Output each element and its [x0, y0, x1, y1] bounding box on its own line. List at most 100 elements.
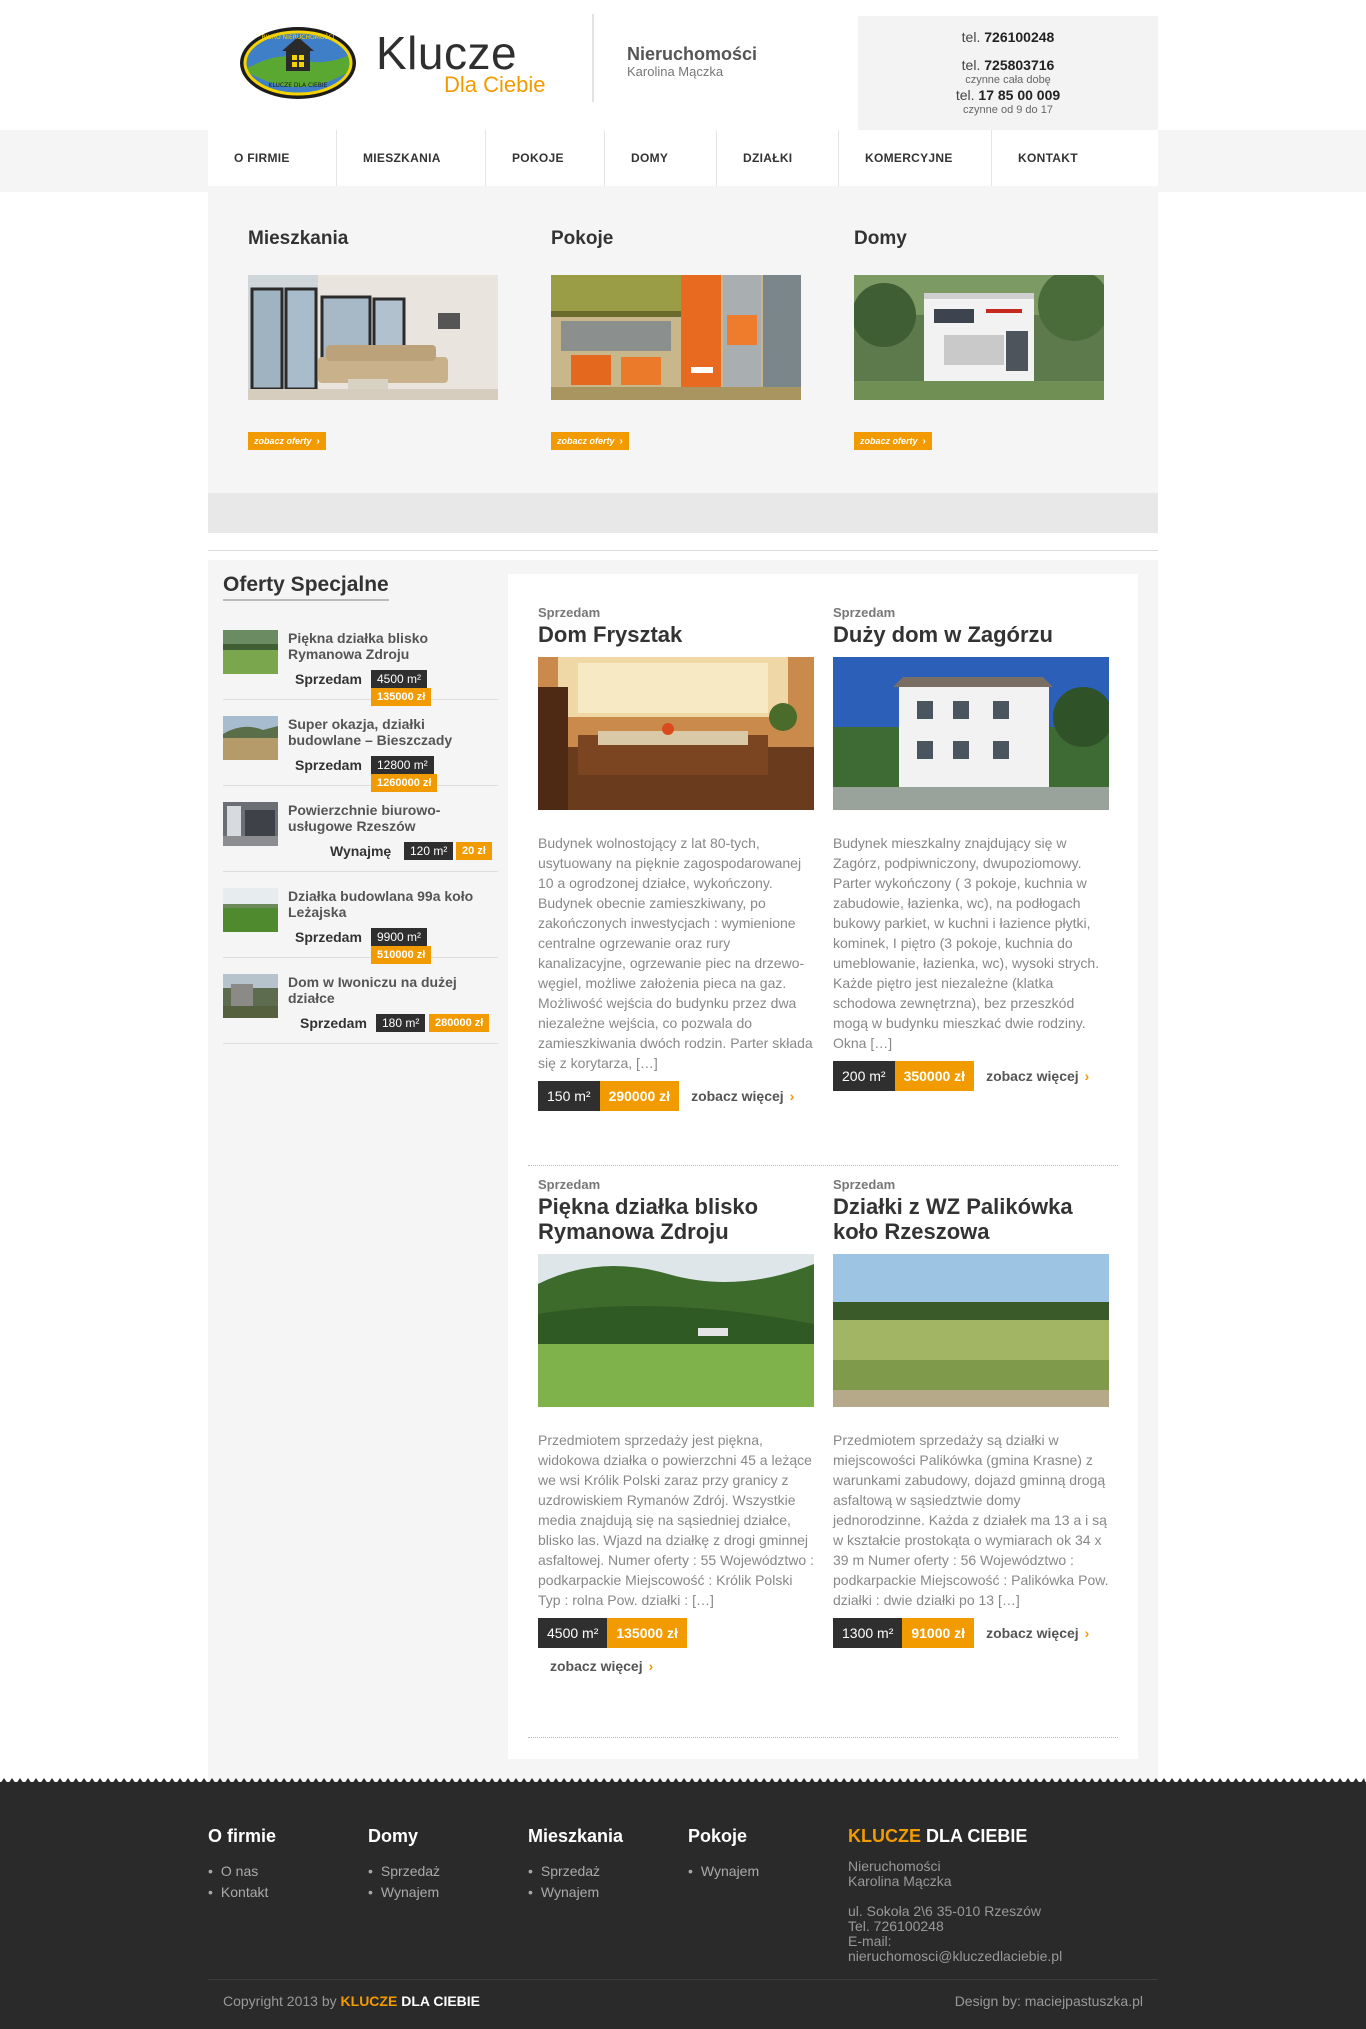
- listing-title[interactable]: Piękna działka blisko Rymanowa Zdroju: [538, 1194, 814, 1244]
- nav-item-pokoje[interactable]: POKOJE: [486, 130, 605, 186]
- offer-price: 20 zł: [456, 842, 492, 860]
- nav-item-domy[interactable]: DOMY: [605, 130, 717, 186]
- listing-separator: [528, 1737, 1118, 1738]
- chevron-right-icon: ›: [648, 1658, 654, 1674]
- listing-label: Sprzedam: [833, 605, 896, 620]
- nav-item-mieszkania[interactable]: MIESZKANIA: [337, 130, 486, 186]
- offer-title[interactable]: Powierzchnie biurowo-usługowe Rzeszów: [288, 802, 498, 834]
- featured-title[interactable]: Domy: [854, 228, 1106, 250]
- footer-link[interactable]: Wynajem: [528, 1882, 623, 1903]
- offer-title[interactable]: Piękna działka blisko Rymanowa Zdroju: [288, 630, 498, 662]
- offer-thumbnail[interactable]: [223, 974, 278, 1018]
- offer-action: Sprzedam: [300, 1015, 367, 1031]
- offer-thumbnail[interactable]: [223, 888, 278, 932]
- zobacz-wiecej-link[interactable]: zobacz więcej ›: [691, 1088, 794, 1104]
- listing-separator: [528, 1165, 1118, 1166]
- listing-card: Sprzedam Piękna działka blisko Rymanowa …: [538, 1177, 814, 1674]
- modern-house-photo[interactable]: [852, 269, 1110, 400]
- footer-address: ul. Sokoła 2\6 35-010 Rzeszów: [848, 1903, 1041, 1919]
- listing-title[interactable]: Duży dom w Zagórzu: [833, 622, 1109, 647]
- offer-action: Sprzedam: [295, 757, 362, 773]
- kids-room-photo[interactable]: [551, 275, 801, 400]
- featured-pokoje: Pokoje zobacz oferty ›: [551, 228, 803, 450]
- nav-item-kontakt[interactable]: KONTAKT: [992, 130, 1158, 186]
- footer-link[interactable]: Kontakt: [208, 1882, 276, 1903]
- listing-area: 150 m²: [538, 1081, 600, 1111]
- offer-area: 9900 m²: [371, 928, 428, 946]
- footer-link[interactable]: O nas: [208, 1861, 276, 1882]
- listing-description: Budynek mieszkalny znajdujący się w Zagó…: [833, 835, 1100, 1051]
- header-company: Nieruchomości: [627, 44, 758, 64]
- special-offer-item[interactable]: Piękna działka blisko Rymanowa Zdroju Sp…: [223, 630, 498, 706]
- listing-photo[interactable]: [538, 1254, 814, 1407]
- featured-title[interactable]: Pokoje: [551, 228, 803, 250]
- site-footer: [0, 1782, 1366, 2029]
- listing-title[interactable]: Dom Frysztak: [538, 622, 814, 647]
- listing-price: 91000 zł: [902, 1618, 975, 1648]
- site-header: BIURO NIERUCHOMOŚCI KLUCZE DLA CIEBIE Kl…: [0, 0, 1366, 130]
- listing-meta: 1300 m² 91000 zł zobacz więcej ›: [833, 1618, 1109, 1648]
- offer-thumbnail[interactable]: [223, 630, 278, 674]
- offer-title[interactable]: Dom w Iwoniczu na dużej działce: [288, 974, 498, 1006]
- contact-box: tel. 726100248 tel. 725803716 czynne cał…: [858, 16, 1158, 130]
- offer-price: 510000 zł: [371, 946, 432, 964]
- zobacz-oferty-button[interactable]: zobacz oferty ›: [854, 432, 932, 450]
- footer-link[interactable]: Sprzedaż: [368, 1861, 440, 1882]
- zobacz-wiecej-link[interactable]: zobacz więcej ›: [986, 1068, 1089, 1084]
- listing-photo[interactable]: [833, 1254, 1109, 1407]
- listing-photo[interactable]: [833, 657, 1113, 810]
- offer-area: 4500 m²: [371, 670, 428, 688]
- zobacz-wiecej-link[interactable]: zobacz więcej ›: [986, 1625, 1089, 1641]
- listing-area: 200 m²: [833, 1061, 895, 1091]
- special-offer-item[interactable]: Powierzchnie biurowo-usługowe Rzeszów Wy…: [223, 802, 498, 872]
- nav-item-komercyjne[interactable]: KOMERCYJNE: [839, 130, 992, 186]
- listing-photo[interactable]: [538, 657, 814, 810]
- brand-subtitle[interactable]: Dla Ciebie: [444, 72, 546, 98]
- featured-domy: Domy zobacz oferty ›: [852, 228, 1110, 450]
- listing-title[interactable]: Działki z WZ Palikówka koło Rzeszowa: [833, 1194, 1109, 1244]
- listing-meta: 150 m² 290000 zł zobacz więcej ›: [538, 1081, 814, 1111]
- footer-link[interactable]: Wynajem: [368, 1882, 440, 1903]
- footer-link[interactable]: Sprzedaż: [528, 1861, 623, 1882]
- offer-action: Sprzedam: [295, 671, 362, 687]
- offer-thumbnail[interactable]: [223, 802, 278, 846]
- nav-item-o-firmie[interactable]: O FIRMIE: [208, 130, 337, 186]
- zobacz-wiecej-link[interactable]: zobacz więcej ›: [550, 1658, 690, 1674]
- offer-title[interactable]: Super okazja, działki budowlane – Bieszc…: [288, 716, 498, 748]
- footer-email[interactable]: nieruchomosci@kluczedlaciebie.pl: [848, 1949, 1062, 1964]
- offer-area: 120 m²: [404, 842, 454, 860]
- phone-3: tel. 17 85 00 009: [955, 87, 1061, 103]
- featured-title[interactable]: Mieszkania: [248, 228, 500, 250]
- logo-icon[interactable]: BIURO NIERUCHOMOŚCI KLUCZE DLA CIEBIE: [238, 25, 358, 101]
- listing-area: 1300 m²: [833, 1618, 903, 1648]
- special-offer-item[interactable]: Dom w Iwoniczu na dużej działce Sprzedam…: [223, 974, 498, 1044]
- living-room-photo[interactable]: [248, 275, 498, 400]
- footer-person: Karolina Mączka: [848, 1873, 952, 1889]
- offer-thumbnail[interactable]: [223, 716, 278, 760]
- zobacz-oferty-button[interactable]: zobacz oferty ›: [248, 432, 326, 450]
- logo-text-bottom: KLUCZE DLA CIEBIE: [269, 82, 328, 89]
- offer-area: 12800 m²: [371, 756, 434, 774]
- special-offer-item[interactable]: Działka budowlana 99a koło Leżajska Sprz…: [223, 888, 498, 964]
- zobacz-oferty-button[interactable]: zobacz oferty ›: [551, 432, 629, 450]
- footer-separator: [208, 1979, 1158, 1980]
- footer-company: Nieruchomości: [848, 1858, 941, 1874]
- listing-price: 290000 zł: [599, 1081, 680, 1111]
- footer-col-pokoje: Pokoje Wynajem: [688, 1826, 759, 1882]
- listing-label: Sprzedam: [538, 605, 601, 620]
- listing-price: 135000 zł: [607, 1618, 687, 1648]
- nav-item-dzialki[interactable]: DZIAŁKI: [717, 130, 839, 186]
- offer-title[interactable]: Działka budowlana 99a koło Leżajska: [288, 888, 498, 920]
- chevron-right-icon: ›: [1084, 1625, 1090, 1641]
- header-divider: [592, 14, 594, 102]
- phone-1: tel. 726100248: [961, 29, 1055, 45]
- footer-link[interactable]: Wynajem: [688, 1861, 759, 1882]
- featured-mieszkania: Mieszkania zobacz oferty ›: [248, 228, 500, 450]
- design-credit[interactable]: Design by: maciejpastuszka.pl: [955, 1993, 1143, 2009]
- footer-col-mieszkania: Mieszkania Sprzedaż Wynajem: [528, 1826, 623, 1903]
- footer-email-label: E-mail:: [848, 1933, 892, 1949]
- chevron-right-icon: ›: [789, 1088, 795, 1104]
- listing-description: Przedmiotem sprzedaży jest piękna, widok…: [538, 1432, 814, 1608]
- special-offer-item[interactable]: Super okazja, działki budowlane – Bieszc…: [223, 716, 498, 792]
- phone-3-note: czynne od 9 do 17: [963, 104, 1053, 116]
